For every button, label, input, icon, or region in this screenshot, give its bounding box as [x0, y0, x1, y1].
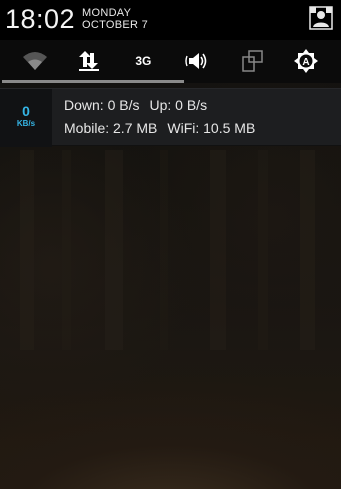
- toggle-sound[interactable]: [180, 43, 216, 79]
- data-transfer-icon: [79, 51, 100, 71]
- status-header: 18:02 MONDAY OCTOBER 7: [0, 0, 341, 40]
- date-label: OCTOBER 7: [82, 19, 149, 31]
- auto-brightness-icon: A: [293, 49, 318, 73]
- auto-brightness-label: A: [302, 57, 309, 68]
- volume-icon: [184, 53, 206, 69]
- screen-rotation-icon: [241, 50, 263, 72]
- download-rate: Down: 0 B/s: [64, 97, 140, 113]
- speed-unit: KB/s: [16, 119, 36, 128]
- date-display: MONDAY OCTOBER 7: [82, 7, 148, 31]
- toggle-auto-brightness[interactable]: A: [288, 43, 324, 79]
- toggle-network[interactable]: 3G: [125, 43, 161, 79]
- notification-shade: 18:02 MONDAY OCTOBER 7 3G A 0 KB/s Down:…: [0, 0, 341, 489]
- wallpaper-forest: [20, 150, 315, 350]
- data-usage: Mobile: 2.7 MB WiFi: 10.5 MB: [64, 120, 255, 136]
- netspeed-notification[interactable]: 0 KB/s Down: 0 B/s Up: 0 B/s Mobile: 2.7 …: [0, 88, 341, 147]
- day-label: MONDAY: [82, 7, 132, 19]
- upload-rate: Up: 0 B/s: [149, 97, 208, 113]
- toggle-wifi[interactable]: [17, 43, 53, 79]
- toggle-rotation[interactable]: [234, 43, 270, 79]
- speed-indicator-icon: 0 KB/s: [0, 89, 52, 147]
- speed-value: 0: [22, 103, 30, 119]
- quick-settings-icon: [309, 6, 333, 30]
- brightness-slider-fill: [2, 80, 184, 83]
- transfer-rates: Down: 0 B/s Up: 0 B/s: [64, 97, 207, 113]
- clock: 18:02: [5, 4, 76, 34]
- 3g-icon: 3G: [135, 54, 152, 68]
- wifi-icon: [23, 52, 48, 70]
- quick-toggles-bar: 3G A: [0, 40, 341, 82]
- quick-settings-button[interactable]: [309, 6, 333, 30]
- mobile-usage: Mobile: 2.7 MB: [64, 120, 158, 136]
- toggle-data[interactable]: [71, 43, 107, 79]
- brightness-slider[interactable]: [0, 80, 341, 83]
- wifi-usage: WiFi: 10.5 MB: [167, 120, 256, 136]
